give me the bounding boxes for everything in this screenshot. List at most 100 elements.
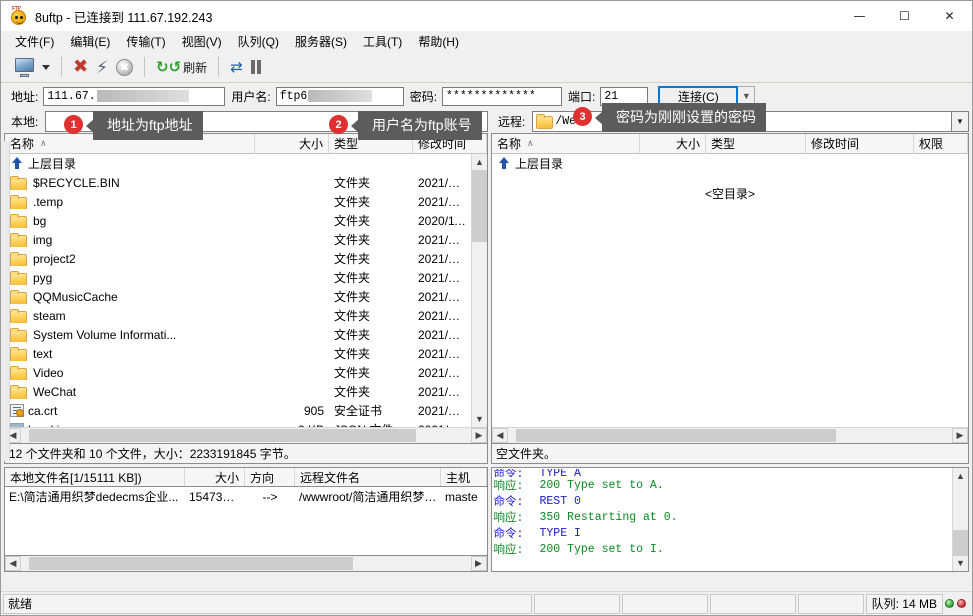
- transfer-button[interactable]: ⇄: [226, 54, 247, 80]
- remote-col-modified[interactable]: 修改时间: [806, 134, 914, 153]
- scroll-left-icon[interactable]: ◀: [492, 428, 508, 443]
- remote-horizontal-scrollbar[interactable]: ◀ ▶: [492, 427, 968, 443]
- scroll-thumb[interactable]: [472, 170, 487, 242]
- connection-bar: 地址: 111.67. 用户名: ftp6 密码: ************* …: [1, 83, 972, 109]
- queue-horizontal-scrollbar[interactable]: ◀ ▶: [4, 556, 488, 572]
- scroll-right-icon[interactable]: ▶: [470, 556, 487, 571]
- remote-col-type[interactable]: 类型: [706, 134, 806, 153]
- scroll-right-icon[interactable]: ▶: [471, 428, 487, 443]
- remote-path-dropdown-icon[interactable]: ▼: [952, 110, 969, 132]
- file-modified: 2021/8/17 11:16: [418, 365, 471, 380]
- log-panel: 命令: TYPE A 响应: 200 Type set to A. 命令: RE…: [490, 467, 969, 572]
- scroll-track[interactable]: [508, 428, 952, 443]
- queue-col-local[interactable]: 本地文件名[1/15111 KB]): [5, 468, 185, 486]
- menu-tools[interactable]: 工具(T): [355, 31, 410, 52]
- table-row[interactable]: Video 文件夹 2021/8/17 11:16: [5, 363, 471, 382]
- table-row[interactable]: ca.crt 905 安全证书 2021/6/28 20:20: [5, 401, 471, 420]
- file-modified: 2021/1/26 11:45: [418, 175, 471, 190]
- queue-col-host[interactable]: 主机: [441, 468, 487, 486]
- cancel-button[interactable]: ✖: [112, 54, 137, 80]
- table-row[interactable]: hmcl.json 2 KBJSON 文件2021/3/5 16:21: [5, 420, 471, 427]
- queue-col-size[interactable]: 大小: [185, 468, 245, 486]
- queue-row[interactable]: E:\简洁通用织梦dedecms企业... 15473960 --> /wwwr…: [5, 487, 487, 506]
- local-col-size[interactable]: 大小: [255, 134, 329, 153]
- table-row[interactable]: System Volume Informati... 文件夹 2021/2/9 9:…: [5, 325, 471, 344]
- table-row[interactable]: .temp 文件夹 2021/1/27 7:46: [5, 192, 471, 211]
- menu-file[interactable]: 文件(F): [7, 31, 62, 52]
- queue-col-direction[interactable]: 方向: [245, 468, 295, 486]
- remote-col-size[interactable]: 大小: [640, 134, 706, 153]
- maximize-button[interactable]: ☐: [882, 1, 927, 31]
- remote-column-headers: 名称 大小 类型 修改时间 权限: [492, 134, 968, 154]
- file-name: hmcl.json: [28, 423, 79, 428]
- menu-help[interactable]: 帮助(H): [410, 31, 467, 52]
- table-row[interactable]: pyg 文件夹 2021/8/3 13:04: [5, 268, 471, 287]
- scroll-thumb[interactable]: [516, 429, 836, 442]
- remote-col-name[interactable]: 名称: [492, 134, 640, 153]
- site-manager-button[interactable]: [11, 54, 54, 80]
- log-message: REST 0: [539, 494, 581, 508]
- status-cell-4: [797, 593, 864, 614]
- table-row[interactable]: steam 文件夹 2021/8/18 19:56: [5, 306, 471, 325]
- pause-button[interactable]: [247, 54, 265, 80]
- table-row-parent[interactable]: 上层目录: [492, 154, 968, 173]
- scroll-track[interactable]: [21, 428, 471, 443]
- refresh-button[interactable]: ↻↺ 刷新: [152, 54, 211, 80]
- local-vertical-scrollbar[interactable]: ▲ ▼: [471, 154, 487, 427]
- scroll-down-icon[interactable]: ▼: [953, 555, 968, 571]
- file-modified: 2021/8/3 13:04: [418, 270, 471, 285]
- address-input[interactable]: 111.67.: [43, 86, 226, 106]
- close-button[interactable]: ✕: [927, 1, 972, 31]
- file-modified: 2021/1/27 7:46: [418, 194, 471, 209]
- file-type: 文件夹: [334, 328, 371, 342]
- remote-col-permissions[interactable]: 权限: [914, 134, 968, 153]
- local-pane: 本地: 名称 大小 类型 修改时间: [4, 109, 488, 464]
- menu-edit[interactable]: 编辑(E): [62, 31, 118, 52]
- log-vertical-scrollbar[interactable]: ▲ ▼: [952, 468, 968, 571]
- led-green-icon: [945, 599, 954, 608]
- queue-col-remote[interactable]: 远程文件名: [295, 468, 441, 486]
- table-row[interactable]: text 文件夹 2021/8/19 9:21: [5, 344, 471, 363]
- scroll-up-icon[interactable]: ▲: [472, 154, 487, 170]
- annotation-badge-2: 2: [329, 115, 348, 134]
- table-row[interactable]: project2 文件夹 2021/8/3 13:35: [5, 249, 471, 268]
- address-value: 111.67.: [47, 89, 96, 103]
- queue-remote-file: /wwwroot/简洁通用织梦d...: [299, 490, 441, 504]
- scroll-thumb[interactable]: [953, 530, 968, 556]
- scroll-right-icon[interactable]: ▶: [952, 428, 968, 443]
- remote-path-label: 远程:: [491, 109, 533, 133]
- log-message: 200 Type set to I.: [539, 542, 664, 556]
- file-modified: 2021/8/3 13:35: [418, 251, 471, 266]
- scroll-thumb[interactable]: [29, 429, 416, 442]
- password-label: 密码:: [409, 89, 438, 104]
- log-tag: 响应:: [493, 512, 524, 525]
- menu-transfer[interactable]: 传输(T): [118, 31, 173, 52]
- menu-view[interactable]: 视图(V): [174, 31, 230, 52]
- scroll-down-icon[interactable]: ▼: [472, 411, 487, 427]
- table-row[interactable]: bg 文件夹 2020/11/8 21:10: [5, 211, 471, 230]
- certificate-icon: [10, 404, 24, 417]
- table-row[interactable]: QQMusicCache 文件夹 2021/8/19 9:05: [5, 287, 471, 306]
- scroll-left-icon[interactable]: ◀: [5, 556, 21, 571]
- scroll-track[interactable]: [472, 170, 487, 411]
- table-row[interactable]: img 文件夹 2021/8/25 14:05: [5, 230, 471, 249]
- scroll-up-icon[interactable]: ▲: [953, 468, 968, 484]
- password-input[interactable]: *************: [442, 86, 563, 106]
- menu-queue[interactable]: 队列(Q): [230, 31, 287, 52]
- scroll-thumb[interactable]: [29, 557, 353, 570]
- menu-server[interactable]: 服务器(S): [287, 31, 355, 52]
- table-row[interactable]: WeChat 文件夹 2021/8/10 20:58: [5, 382, 471, 401]
- local-horizontal-scrollbar[interactable]: ◀ ▶: [5, 427, 487, 443]
- table-row-parent[interactable]: 上层目录: [5, 154, 471, 173]
- disconnect-button[interactable]: ✖: [69, 54, 92, 80]
- minimize-button[interactable]: —: [837, 1, 882, 31]
- file-type: 文件夹: [334, 366, 371, 380]
- chevron-down-icon[interactable]: [42, 64, 50, 70]
- scroll-track[interactable]: [953, 484, 968, 556]
- quick-connect-button[interactable]: ⚡: [92, 54, 112, 80]
- table-row[interactable]: $RECYCLE.BIN 文件夹 2021/1/26 11:45: [5, 173, 471, 192]
- docked-panel-strip[interactable]: [1, 141, 10, 461]
- scroll-track[interactable]: [21, 556, 471, 571]
- username-input[interactable]: ftp6: [275, 86, 404, 106]
- ftp-client-window: FTP 8uftp - 已连接到 111.67.192.243 — ☐ ✕ 文件…: [0, 0, 973, 616]
